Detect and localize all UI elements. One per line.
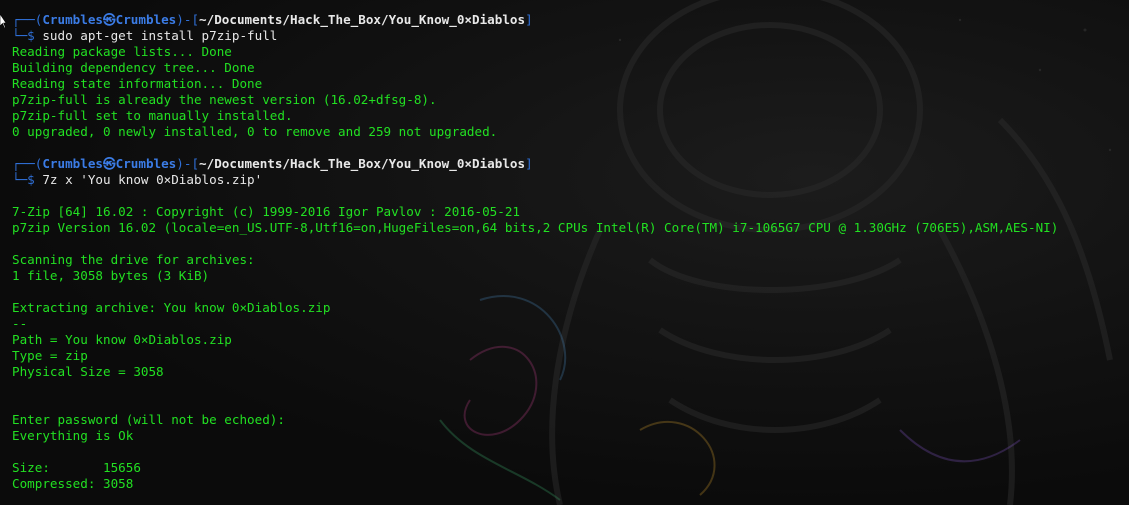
7zip-copyright-line: 7-Zip [64] 16.02 : Copyright (c) 1999-20… — [12, 204, 520, 219]
scanning-line: Scanning the drive for archives: — [12, 252, 255, 267]
7zip-version-line: p7zip Version 16.02 (locale=en_US.UTF-8,… — [12, 220, 1059, 235]
output-line: Building dependency tree... Done — [12, 60, 255, 75]
status-ok-line: Everything is Ok — [12, 428, 134, 443]
prompt-at-symbol: ㉿ — [103, 156, 116, 171]
prompt-frame-right: ] — [525, 12, 533, 27]
command-text: sudo apt-get install p7zip-full — [34, 28, 278, 43]
output-line: 0 upgraded, 0 newly installed, 0 to remo… — [12, 124, 498, 139]
mouse-pointer-icon — [0, 14, 6, 28]
prompt-frame-right: ] — [525, 156, 533, 171]
prompt-frame-left: ┌──( — [12, 156, 43, 171]
terminal-window[interactable]: ┌──(Crumbles㉿Crumbles)-[~/Documents/Hack… — [0, 0, 1129, 505]
prompt-frame-mid: )-[ — [176, 12, 200, 27]
prompt-command-line: └─$ sudo apt-get install p7zip-full — [12, 28, 1129, 44]
files-count-line: 1 file, 3058 bytes (3 KiB) — [12, 268, 210, 283]
physical-size-line: Physical Size = 3058 — [12, 364, 164, 379]
prompt-header-line: ┌──(Crumbles㉿Crumbles)-[~/Documents/Hack… — [12, 156, 1129, 172]
prompt-frame-bottom: └─$ — [12, 28, 35, 43]
output-line: Reading package lists... Done — [12, 44, 232, 59]
prompt-header-line: ┌──(Crumbles㉿Crumbles)-[~/Documents/Hack… — [12, 12, 1129, 28]
prompt-path: ~/Documents/Hack_The_Box/You_Know_0×Diab… — [199, 12, 526, 27]
archive-path-line: Path = You know 0×Diablos.zip — [12, 332, 232, 347]
prompt-path: ~/Documents/Hack_The_Box/You_Know_0×Diab… — [199, 156, 526, 171]
output-line: Reading state information... Done — [12, 76, 263, 91]
separator-line: -- — [12, 316, 28, 331]
archive-type-line: Type = zip — [12, 348, 88, 363]
password-prompt-line: Enter password (will not be echoed): — [12, 412, 285, 427]
prompt-frame-left: ┌──( — [12, 12, 43, 27]
output-line: p7zip-full is already the newest version… — [12, 92, 437, 107]
prompt-command-line: └─$ 7z x 'You know 0×Diablos.zip' — [12, 172, 1129, 188]
prompt-host: Crumbles — [115, 156, 177, 171]
terminal-output: ┌──(Crumbles㉿Crumbles)-[~/Documents/Hack… — [12, 12, 1129, 492]
command-text: 7z x 'You know 0×Diablos.zip' — [34, 172, 263, 187]
compressed-line: Compressed: 3058 — [12, 476, 134, 491]
prompt-at-symbol: ㉿ — [103, 12, 116, 27]
extracting-line: Extracting archive: You know 0×Diablos.z… — [12, 300, 331, 315]
prompt-frame-bottom: └─$ — [12, 172, 35, 187]
prompt-user: Crumbles — [42, 12, 104, 27]
output-line: p7zip-full set to manually installed. — [12, 108, 293, 123]
prompt-user: Crumbles — [42, 156, 104, 171]
prompt-frame-mid: )-[ — [176, 156, 200, 171]
prompt-host: Crumbles — [115, 12, 177, 27]
size-line: Size: 15656 — [12, 460, 141, 475]
